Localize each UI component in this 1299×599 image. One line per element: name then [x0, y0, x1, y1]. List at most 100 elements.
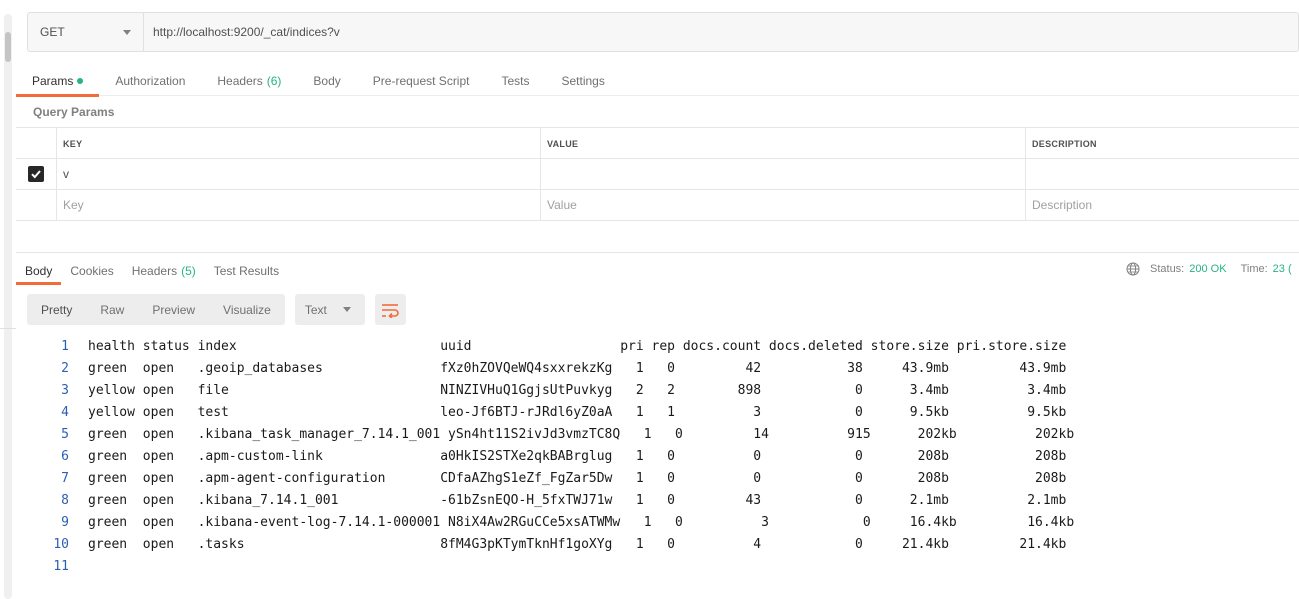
chevron-down-icon [342, 307, 351, 312]
line-number: 10 [53, 536, 69, 552]
tab-label: Tests [501, 73, 530, 88]
code-text: green open .tasks 8fM4G3pKTymTknHf1goXYg… [88, 536, 1067, 552]
code-line: 6 green open .apm-custom-link a0HkIS2STXe… [16, 445, 1299, 467]
param-checkbox[interactable] [28, 166, 44, 182]
line-number: 1 [61, 338, 69, 354]
params-header-row: KEY VALUE DESCRIPTION [16, 128, 1299, 159]
tab-authorization[interactable]: Authorization [99, 66, 201, 96]
tab-label: Authorization [115, 73, 186, 88]
query-params-label: Query Params [33, 105, 115, 119]
tab-label: Settings [561, 73, 605, 88]
url-input[interactable]: http://localhost:9200/_cat/indices?v [144, 13, 1298, 51]
row-checkbox-cell [16, 159, 57, 189]
divider [16, 252, 1299, 253]
new-value-field[interactable]: Value [541, 190, 1026, 220]
code-text: green open .geoip_databases fXz0hZOVQeWQ… [88, 360, 1067, 376]
check-icon [31, 170, 41, 179]
table-row: v [16, 159, 1299, 190]
visualize-button[interactable]: Visualize [209, 294, 285, 325]
response-body[interactable]: 1 health status index uuid pri rep docs.c… [16, 335, 1299, 577]
empty-check-cell [16, 190, 57, 220]
param-description-field[interactable] [1026, 159, 1299, 189]
tab-response-headers[interactable]: Headers (5) [123, 258, 205, 284]
tab-body[interactable]: Body [297, 66, 356, 96]
param-key-field[interactable]: v [57, 159, 541, 189]
code-line: 3 yellow open file NINZIVHuQ1GgjsUtPuvkyg… [16, 379, 1299, 401]
request-bar: GET http://localhost:9200/_cat/indices?v [27, 12, 1299, 52]
time-label: Time: [1240, 263, 1268, 275]
header-check-cell [16, 128, 57, 159]
pretty-button[interactable]: Pretty [27, 294, 86, 325]
status-value[interactable]: 200 OK [1189, 263, 1226, 275]
tab-label: Headers [131, 264, 178, 278]
code-line: 8 green open .kibana_7.14.1_001 -61bZsnEQ… [16, 489, 1299, 511]
code-line: 2 green open .geoip_databases fXz0hZOVQeW… [16, 357, 1299, 379]
tab-params[interactable]: Params [16, 66, 100, 97]
param-value-field[interactable] [541, 159, 1026, 189]
tab-count: (6) [266, 73, 282, 88]
tab-cookies[interactable]: Cookies [61, 258, 122, 284]
line-number: 7 [61, 470, 69, 486]
sidebar-scrollbar[interactable] [4, 14, 12, 599]
code-text: green open .kibana-event-log-7.14.1-0000… [88, 514, 1075, 530]
code-line: 9 green open .kibana-event-log-7.14.1-000… [16, 511, 1299, 533]
time-value[interactable]: 23 ( [1273, 263, 1292, 275]
method-select[interactable]: GET [28, 13, 144, 51]
tab-response-body[interactable]: Body [16, 258, 62, 285]
new-key-field[interactable]: Key [57, 190, 541, 220]
active-dot-icon [77, 77, 84, 84]
format-label: Text [304, 302, 327, 317]
globe-icon[interactable] [1126, 262, 1140, 276]
code-text: health status index uuid pri rep docs.co… [88, 338, 1067, 354]
tab-label: Body [313, 73, 341, 88]
code-text: green open .kibana_task_manager_7.14.1_0… [88, 426, 1075, 442]
code-text: yellow open test leo-Jf6BTJ-rJRdl6yZ0aA … [88, 404, 1067, 420]
preview-button[interactable]: Preview [138, 294, 209, 325]
line-number: 4 [61, 404, 69, 420]
wrap-lines-button[interactable] [374, 294, 406, 325]
tab-settings[interactable]: Settings [546, 66, 621, 96]
params-table: KEY VALUE DESCRIPTION v Key Value Descri… [16, 127, 1299, 221]
tab-test-results[interactable]: Test Results [205, 258, 288, 284]
column-header-value: VALUE [541, 128, 1026, 159]
status-label: Status: [1150, 263, 1185, 275]
tab-label: Body [25, 264, 53, 278]
response-toolbar: Pretty Raw Preview Visualize Text [27, 294, 406, 325]
tab-label: Pre-request Script [372, 73, 470, 88]
line-number: 5 [61, 426, 69, 442]
divider [0, 328, 16, 329]
tab-label: Test Results [213, 264, 280, 278]
response-tabs: Body Cookies Headers (5) Test Results [16, 258, 1299, 285]
view-mode-group: Pretty Raw Preview Visualize [27, 294, 285, 325]
method-label: GET [40, 25, 65, 39]
format-select[interactable]: Text [294, 294, 365, 325]
scrollbar-thumb[interactable] [5, 32, 11, 62]
line-number: 9 [61, 514, 69, 530]
line-number: 11 [53, 558, 69, 574]
code-line: 10 green open .tasks 8fM4G3pKTymTknHf1goX… [16, 533, 1299, 555]
tab-headers[interactable]: Headers (6) [201, 66, 297, 96]
line-number: 8 [61, 492, 69, 508]
tab-label: Headers [217, 73, 263, 88]
code-text: yellow open file NINZIVHuQ1GgjsUtPuvkyg … [88, 382, 1067, 398]
code-line: 11 [16, 555, 1299, 577]
response-status: Status: 200 OK Time: 23 ( [1126, 262, 1292, 276]
tab-label: Params [32, 73, 74, 88]
code-text: green open .apm-custom-link a0HkIS2STXe2… [88, 448, 1067, 464]
code-line: 1 health status index uuid pri rep docs.c… [16, 335, 1299, 357]
code-text: green open .apm-agent-configuration CDfa… [88, 470, 1067, 486]
code-line: 5 green open .kibana_task_manager_7.14.1_… [16, 423, 1299, 445]
tab-count: (5) [181, 264, 196, 278]
raw-button[interactable]: Raw [86, 294, 138, 325]
tab-pre-request-script[interactable]: Pre-request Script [357, 66, 486, 96]
code-text: green open .kibana_7.14.1_001 -61bZsnEQO… [88, 492, 1067, 508]
line-number: 6 [61, 448, 69, 464]
left-gutter [0, 0, 16, 599]
chevron-down-icon [123, 29, 131, 35]
table-row-new: Key Value Description [16, 190, 1299, 221]
tab-label: Cookies [70, 264, 114, 278]
request-tabs: Params Authorization Headers (6) Body Pre… [16, 66, 1299, 97]
column-header-key: KEY [57, 128, 541, 159]
new-description-field[interactable]: Description [1026, 190, 1299, 220]
tab-tests[interactable]: Tests [485, 66, 545, 96]
